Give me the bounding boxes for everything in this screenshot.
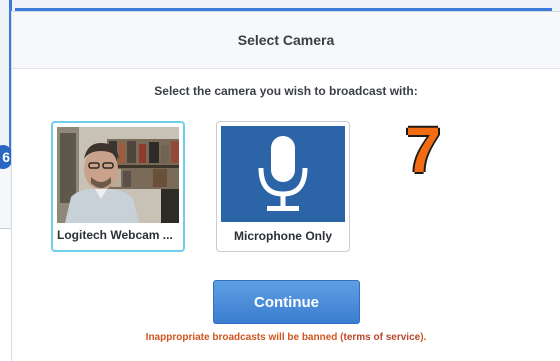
background-window-border (0, 8, 560, 11)
camera-option-label: Microphone Only (233, 229, 332, 243)
warning-suffix: ). (420, 332, 427, 343)
terms-of-service-link[interactable]: terms of service (343, 332, 420, 343)
microphone-tile (221, 126, 345, 222)
camera-option-label: Logitech Webcam ... (57, 228, 173, 242)
camera-option-microphone-only[interactable]: Microphone Only (216, 121, 350, 252)
webcam-preview-image (57, 127, 179, 223)
webcam-preview (57, 127, 179, 223)
camera-prompt: Select the camera you wish to broadcast … (154, 84, 418, 98)
continue-button[interactable]: Continue (213, 280, 360, 324)
select-camera-dialog: Select Camera Select the camera you wish… (12, 12, 560, 361)
dialog-header: Select Camera (12, 12, 560, 69)
countdown-number: 7 (405, 114, 441, 186)
background-badge-text: 6 (2, 149, 10, 165)
dialog-title: Select Camera (237, 32, 335, 48)
camera-option-logitech[interactable]: Logitech Webcam ... (51, 121, 185, 252)
microphone-icon (258, 136, 308, 211)
background-badge: 6 (0, 145, 12, 169)
warning-prefix: Inappropriate broadcasts will be banned … (145, 332, 344, 343)
ban-warning: Inappropriate broadcasts will be banned … (12, 332, 560, 343)
